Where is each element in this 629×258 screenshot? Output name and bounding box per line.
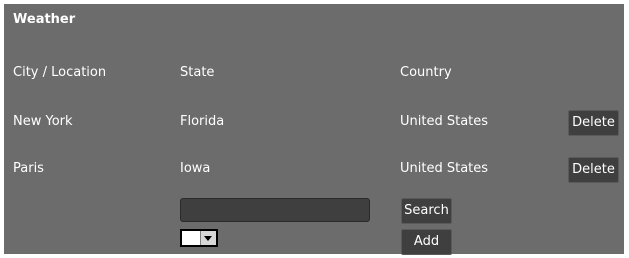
- header-state: State: [180, 65, 215, 80]
- row-2-state: Iowa: [180, 161, 211, 176]
- row-1-country: United States: [400, 114, 489, 129]
- row-1-state: Florida: [180, 114, 225, 129]
- location-search-input[interactable]: [180, 198, 370, 222]
- add-button[interactable]: Add: [401, 229, 452, 255]
- row-1-city: New York: [13, 114, 73, 129]
- location-select[interactable]: [180, 229, 218, 247]
- row-2-country: United States: [400, 161, 489, 176]
- header-city-location: City / Location: [13, 65, 107, 80]
- weather-panel: Weather City / Location State Country Ne…: [4, 4, 624, 255]
- delete-button-row-2[interactable]: Delete: [568, 157, 619, 183]
- chevron-down-icon[interactable]: [200, 231, 216, 245]
- row-2-city: Paris: [13, 161, 44, 176]
- search-button[interactable]: Search: [401, 198, 452, 224]
- delete-button-row-1[interactable]: Delete: [568, 110, 619, 136]
- header-country: Country: [400, 65, 452, 80]
- section-title: Weather: [13, 12, 76, 27]
